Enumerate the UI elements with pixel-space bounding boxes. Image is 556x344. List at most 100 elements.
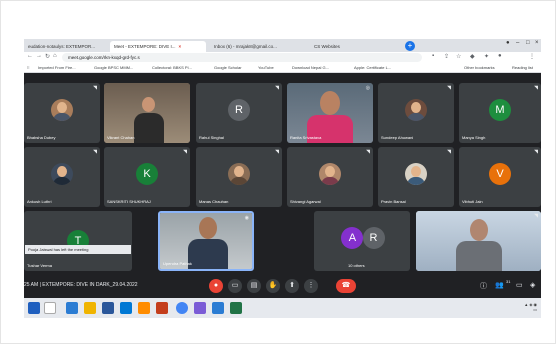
participant-tile[interactable]: ◥ Bhabsha Dubey — [24, 83, 100, 143]
bookmark-item[interactable]: Collectoral: BBKS Pl... — [152, 65, 192, 70]
start-icon[interactable] — [28, 302, 40, 314]
participant-tile[interactable]: ◥ Pravin Bansal — [378, 147, 454, 207]
profile-icon[interactable]: ● — [498, 53, 502, 59]
back-icon[interactable]: ← — [27, 53, 33, 59]
url-input[interactable]: meet.google.com/rkn-kxqd-grd-fyc.s — [62, 53, 422, 62]
participant-name: Tushar Verma — [27, 263, 52, 268]
activities-icon[interactable]: ◈ — [530, 281, 535, 289]
bookmark-item[interactable]: Imported From Fire... — [38, 65, 76, 70]
bookmark-item[interactable]: Download Nepal G... — [292, 65, 329, 70]
mic-muted-icon: ◥ — [93, 85, 97, 91]
avatar — [51, 163, 73, 185]
info-icon[interactable]: ⓘ — [480, 281, 487, 291]
app-icon[interactable] — [212, 302, 224, 314]
avatar-icon[interactable]: ● — [506, 40, 510, 46]
apps-icon[interactable]: ⁝⁝ — [27, 65, 30, 70]
bookmark-item[interactable]: Apple: Certificate L... — [354, 65, 391, 70]
captions-button[interactable]: ▤ — [247, 279, 261, 293]
bookmark-item[interactable]: Other bookmarks — [464, 65, 495, 70]
browser-tab[interactable]: CS Websites — [310, 41, 400, 52]
more-options-button[interactable]: ⋮ — [304, 279, 318, 293]
presenter-video-tile[interactable]: ◥ — [416, 211, 541, 271]
avatar-letter: M — [495, 104, 505, 116]
participant-tile[interactable]: ◥ Shivangi Agarwal — [287, 147, 373, 207]
puzzle-icon[interactable]: ✦ — [484, 53, 489, 60]
folder-icon[interactable] — [84, 302, 96, 314]
participant-tile[interactable]: ◥ Manas Chauhan — [196, 147, 282, 207]
excel-icon[interactable] — [230, 302, 242, 314]
participant-name: SANSKRITI SHUKHRAJ — [107, 199, 151, 204]
browser-tab[interactable]: eudation-notaulys: EXTEMPOR... — [24, 41, 110, 52]
participant-name: Sundeep Ahuwani — [381, 135, 414, 140]
screen-capture: eudation-notaulys: EXTEMPOR... Meet - EX… — [24, 39, 541, 318]
participant-video-tile[interactable]: Vikrant Chahan — [104, 83, 190, 143]
reload-icon[interactable]: ↻ — [45, 53, 50, 60]
participant-video — [134, 95, 164, 143]
menu-icon[interactable]: ⋮ — [529, 53, 535, 60]
word-icon[interactable] — [102, 302, 114, 314]
browser-tab-active[interactable]: Meet - EXTEMPORE: DIVE I... × — [110, 41, 206, 52]
bookmark-item[interactable]: Reading list — [512, 65, 533, 70]
close-window-icon[interactable]: × — [535, 40, 539, 46]
participant-name: Manya Singh — [462, 135, 486, 140]
search-icon[interactable] — [44, 302, 56, 314]
close-icon[interactable]: × — [179, 44, 182, 49]
bookmark-item[interactable]: YouTube — [258, 65, 274, 70]
camera-toggle-button[interactable]: ▭ — [228, 279, 242, 293]
raise-hand-button[interactable]: ✋ — [266, 279, 280, 293]
participant-name: Ankush Luthri — [27, 199, 52, 204]
participant-name: Pravin Bansal — [381, 199, 406, 204]
participant-tile[interactable]: V ◥ Vibhuti Jain — [459, 147, 541, 207]
participant-tile[interactable]: K ◥ SANSKRITI SHUKHRAJ — [104, 147, 190, 207]
chat-icon[interactable]: ▭ — [516, 281, 523, 289]
avatar-letter: R — [369, 232, 378, 244]
speaking-icon: ◉ — [244, 215, 249, 221]
edge-icon[interactable] — [120, 302, 132, 314]
more-icon[interactable]: ◎ — [366, 85, 370, 91]
avatar-letter: K — [143, 168, 151, 180]
home-icon[interactable]: ⌂ — [53, 53, 57, 59]
avatar: R — [362, 227, 385, 249]
maximize-icon[interactable]: □ — [526, 40, 530, 46]
active-speaker-tile[interactable]: ◉ Upendra Pathak — [158, 211, 254, 271]
browser-tab[interactable]: Inbox (6) - mrajak8@gmail.co... — [210, 41, 306, 52]
leave-call-button[interactable]: ☎ — [336, 279, 356, 293]
avatar: V — [489, 163, 511, 185]
screenshot-frame: eudation-notaulys: EXTEMPOR... Meet - EX… — [0, 0, 556, 344]
participant-name: Bhabsha Dubey — [27, 135, 56, 140]
app-icon[interactable] — [66, 302, 78, 314]
star-icon[interactable]: ☆ — [456, 53, 461, 60]
participant-tile[interactable]: T Tushar Verma — [24, 211, 132, 271]
share-icon[interactable]: ⇪ — [444, 53, 449, 60]
participant-video-tile[interactable]: ◎ Ranita Srivastava — [287, 83, 373, 143]
bookmark-item[interactable]: Google BPSC MMM... — [94, 65, 133, 70]
minimize-icon[interactable]: – — [516, 40, 519, 46]
participant-tile[interactable]: ◥ Ankush Luthri — [24, 147, 100, 207]
people-icon[interactable]: 👥 — [495, 281, 504, 289]
mic-muted-icon: ◥ — [93, 149, 97, 155]
participant-name: Rahul Singhal — [199, 135, 224, 140]
mic-muted-icon: ◥ — [275, 149, 279, 155]
tab-label: eudation-notaulys: EXTEMPOR... — [28, 44, 96, 49]
present-button[interactable]: ⬆ — [285, 279, 299, 293]
mic-toggle-button[interactable]: ● — [209, 279, 223, 293]
chrome-icon[interactable] — [176, 302, 188, 314]
toast-text: Pooja Jaiswal has left the meeting — [28, 247, 89, 252]
participant-tile[interactable]: M ◥ Manya Singh — [459, 83, 541, 143]
avatar-letter: A — [348, 232, 357, 244]
participant-name: Vibhuti Jain — [462, 199, 483, 204]
others-tile[interactable]: A R 10 others — [314, 211, 410, 271]
bookmark-item[interactable]: Google Scholar — [214, 65, 242, 70]
participant-tile[interactable]: ◥ Sundeep Ahuwani — [378, 83, 454, 143]
app-icon[interactable] — [138, 302, 150, 314]
app-icon[interactable] — [194, 302, 206, 314]
participant-tile[interactable]: R ◥ Rahul Singhal — [196, 83, 282, 143]
system-tray[interactable]: ▲ ◈ ◉ ▭ — [524, 302, 537, 312]
participant-name: 10 others — [348, 263, 365, 268]
powerpoint-icon[interactable] — [156, 302, 168, 314]
extension-icon[interactable]: ◆ — [470, 53, 475, 60]
forward-icon[interactable]: → — [36, 53, 42, 59]
avatar: R — [228, 99, 250, 121]
camera-icon[interactable]: ▪ — [432, 53, 434, 59]
new-tab-button[interactable]: + — [405, 41, 415, 51]
